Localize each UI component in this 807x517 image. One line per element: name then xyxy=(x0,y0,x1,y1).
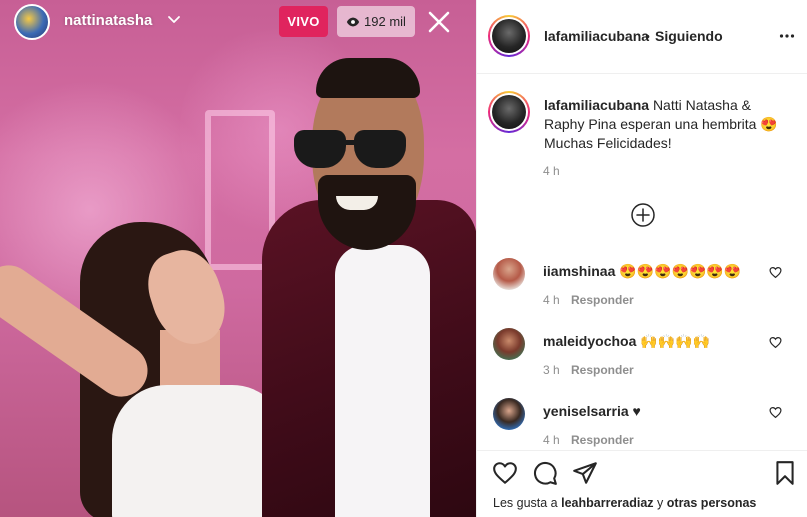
avatar[interactable] xyxy=(493,258,525,290)
comment-username[interactable]: iiamshinaa xyxy=(543,263,615,279)
close-icon[interactable] xyxy=(425,8,453,36)
reply-button[interactable]: Responder xyxy=(571,363,634,377)
caption-avatar[interactable] xyxy=(488,91,530,133)
author-avatar[interactable] xyxy=(488,15,530,57)
comment-username[interactable]: maleidyochoa xyxy=(543,333,636,349)
comment-timestamp[interactable]: 4 h xyxy=(543,433,560,447)
header-separator: • xyxy=(645,28,650,44)
likes-prefix: Les gusta a xyxy=(493,496,558,510)
plus-circle-icon[interactable] xyxy=(630,202,656,228)
comment-username[interactable]: yeniselsarria xyxy=(543,403,629,419)
eye-icon xyxy=(346,17,360,26)
comment-timestamp[interactable]: 4 h xyxy=(543,293,560,307)
following-button[interactable]: Siguiendo xyxy=(655,28,723,44)
heart-outline-icon[interactable] xyxy=(769,266,782,279)
comment-text: maleidyochoa 🙌🙌🙌🙌 xyxy=(543,333,710,350)
comment-text: iiamshinaa 😍😍😍😍😍😍😍 xyxy=(543,263,741,280)
comment-body: ♥ xyxy=(632,403,641,419)
comment-body: 😍😍😍😍😍😍😍 xyxy=(619,263,742,279)
reply-button[interactable]: Responder xyxy=(571,293,634,307)
heart-outline-icon[interactable] xyxy=(769,406,782,419)
comment-item: iiamshinaa 😍😍😍😍😍😍😍 4 h Responder xyxy=(477,258,807,318)
caption-username[interactable]: lafamiliacubana xyxy=(544,97,649,113)
post-panel: lafamiliacubana • Siguiendo lafamiliacub… xyxy=(476,0,807,517)
likes-others-link[interactable]: otras personas xyxy=(667,496,757,510)
caption-timestamp[interactable]: 4 h xyxy=(543,164,560,178)
man-hair xyxy=(316,58,420,98)
comment-item: maleidyochoa 🙌🙌🙌🙌 3 h Responder xyxy=(477,328,807,388)
man-sunglasses xyxy=(290,130,410,172)
comment-item: yeniselsarria ♥ 4 h Responder xyxy=(477,398,807,458)
comment-body: 🙌🙌🙌🙌 xyxy=(640,333,710,349)
more-dots-icon[interactable] xyxy=(779,28,795,44)
live-host-username[interactable]: nattinatasha xyxy=(64,12,152,29)
author-username[interactable]: lafamiliacubana xyxy=(544,28,649,44)
viewer-count: 192 mil xyxy=(337,6,415,37)
viewer-count-text: 192 mil xyxy=(364,14,406,29)
likes-connector: y xyxy=(657,496,664,510)
heart-outline-icon[interactable] xyxy=(769,336,782,349)
post-caption: lafamiliacubana Natti Natasha & Raphy Pi… xyxy=(544,96,784,153)
chevron-down-icon[interactable] xyxy=(166,11,182,27)
man-white-shirt xyxy=(335,245,430,517)
comment-bubble-icon[interactable] xyxy=(532,460,558,486)
paper-plane-icon[interactable] xyxy=(572,460,598,486)
woman-white-top xyxy=(112,385,287,517)
header-divider xyxy=(477,73,807,74)
comment-timestamp[interactable]: 3 h xyxy=(543,363,560,377)
live-video[interactable]: nattinatasha VIVO 192 mil xyxy=(0,0,476,517)
live-host-avatar[interactable] xyxy=(14,4,50,40)
likes-summary: Les gusta a leahbarreradiaz y otras pers… xyxy=(493,496,756,510)
comment-text: yeniselsarria ♥ xyxy=(543,403,641,419)
avatar[interactable] xyxy=(493,328,525,360)
bookmark-icon[interactable] xyxy=(772,460,798,486)
likes-user-link[interactable]: leahbarreradiaz xyxy=(561,496,653,510)
avatar[interactable] xyxy=(493,398,525,430)
live-badge: VIVO xyxy=(279,6,328,37)
reply-button[interactable]: Responder xyxy=(571,433,634,447)
actions-divider xyxy=(477,450,807,451)
heart-icon[interactable] xyxy=(492,460,518,486)
